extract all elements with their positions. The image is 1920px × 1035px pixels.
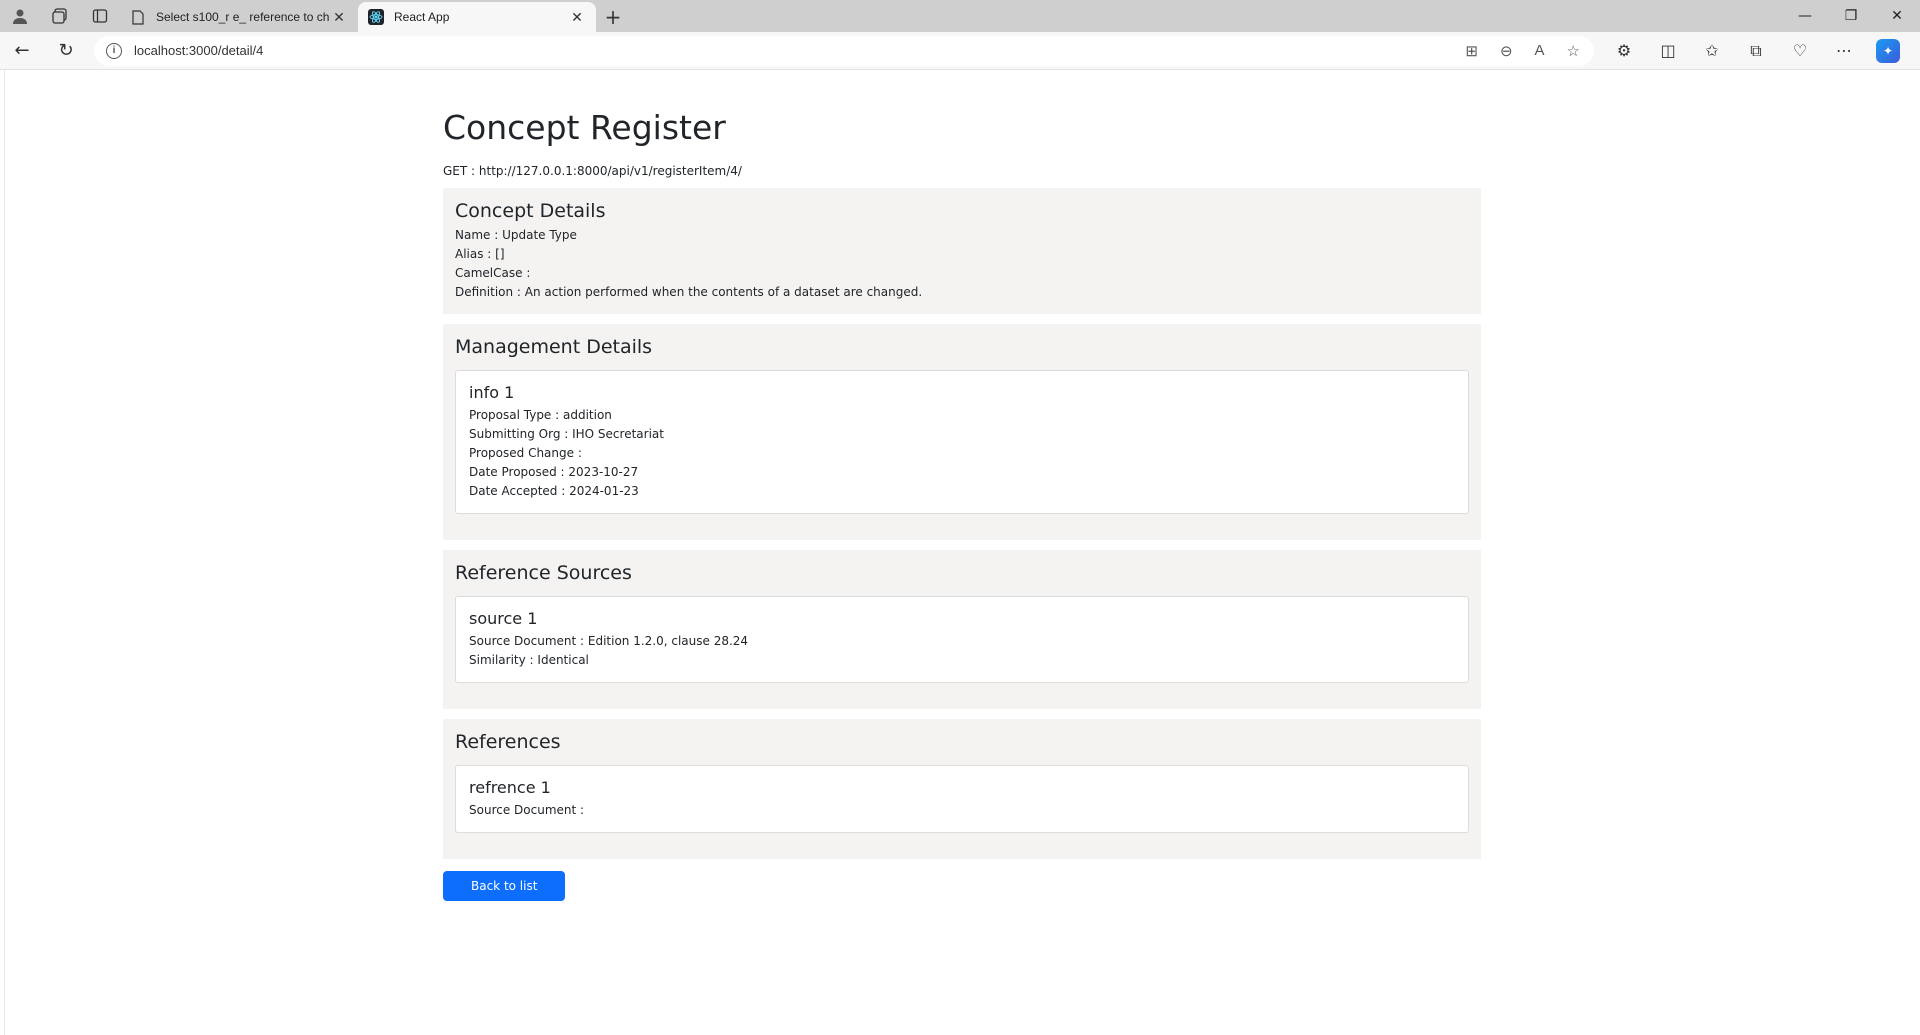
browser-essentials-icon[interactable]: ♡ (1778, 32, 1822, 70)
concept-camelcase: CamelCase : (455, 265, 531, 280)
page-viewport: Concept Register GET : http://127.0.0.1:… (4, 70, 1918, 1035)
info-title: info 1 (469, 382, 515, 402)
reference-sources-heading: Reference Sources (455, 561, 632, 584)
source-document: Source Document : Edition 1.2.0, clause … (469, 633, 749, 648)
similarity: Similarity : Identical (469, 652, 589, 667)
react-logo-icon (368, 9, 384, 25)
submitting-org: Submitting Org : IHO Secretariat (469, 426, 664, 441)
proposed-change: Proposed Change : (469, 445, 582, 460)
zoom-icon[interactable]: ⊖ (1500, 42, 1513, 60)
address-bar[interactable]: i localhost:3000/detail/4 ⊞ ⊖ A ☆ (94, 35, 1594, 66)
favorites-icon[interactable]: ✩ (1690, 32, 1734, 70)
document-icon (130, 9, 146, 25)
tab-title: Select s100_r e_ reference to cha (156, 10, 330, 24)
date-proposed: Date Proposed : 2023-10-27 (469, 464, 639, 479)
url-text[interactable]: localhost:3000/detail/4 (134, 43, 1465, 58)
back-to-list-button[interactable]: Back to list (443, 870, 566, 901)
main-container: Concept Register GET : http://127.0.0.1:… (443, 108, 1481, 901)
copilot-icon[interactable]: ✦ (1876, 38, 1900, 63)
references-heading: References (455, 730, 561, 753)
tab-actions-icon[interactable] (80, 0, 120, 32)
split-screen-icon[interactable]: ◫ (1646, 32, 1690, 70)
close-icon[interactable]: ✕ (330, 9, 348, 26)
extensions-icon[interactable]: ⚙ (1602, 32, 1646, 70)
more-options-icon[interactable]: ⋯ (1822, 32, 1866, 70)
window-controls: — ❐ ✕ (1782, 0, 1920, 32)
management-details-panel: Management Details info 1 Proposal Type … (443, 323, 1481, 540)
read-aloud-icon[interactable]: A (1535, 42, 1545, 60)
references-panel: References refrence 1 Source Document : (443, 718, 1481, 859)
reference-source-document: Source Document : (469, 802, 585, 817)
profile-icon[interactable] (0, 0, 40, 32)
refresh-icon[interactable]: ↻ (44, 32, 88, 70)
close-icon[interactable]: ✕ (568, 9, 586, 26)
app-available-icon[interactable]: ⊞ (1465, 42, 1478, 60)
api-endpoint-text: GET : http://127.0.0.1:8000/api/v1/regis… (443, 163, 742, 178)
concept-alias: Alias : [] (455, 246, 505, 261)
management-details-heading: Management Details (455, 335, 653, 358)
browser-toolbar: ← ↻ i localhost:3000/detail/4 ⊞ ⊖ A ☆ ⚙ … (0, 32, 1920, 70)
back-arrow-icon[interactable]: ← (0, 32, 44, 70)
collections-icon[interactable]: ⧉ (1734, 32, 1778, 70)
tab-title: React App (394, 10, 450, 24)
minimize-icon[interactable]: — (1782, 0, 1828, 32)
concept-definition: Definition : An action performed when th… (455, 284, 923, 299)
workspaces-icon[interactable] (40, 0, 80, 32)
reference-sources-panel: Reference Sources source 1 Source Docume… (443, 549, 1481, 709)
reference-title: refrence 1 (469, 777, 551, 797)
concept-name: Name : Update Type (455, 227, 577, 242)
toolbar-icons: ⚙ ◫ ✩ ⧉ ♡ ⋯ ✦ (1602, 32, 1910, 70)
info-icon[interactable]: i (106, 42, 122, 59)
proposal-type: Proposal Type : addition (469, 407, 612, 422)
new-tab-icon[interactable]: + (596, 2, 630, 32)
tab-select-s100[interactable]: Select s100_r e_ reference to cha ✕ (120, 2, 358, 32)
favorite-star-icon[interactable]: ☆ (1567, 42, 1580, 60)
concept-details-panel: Concept Details Name : Update Type Alias… (443, 187, 1481, 314)
restore-icon[interactable]: ❐ (1828, 0, 1874, 32)
reference-source-card: source 1 Source Document : Edition 1.2.0… (455, 595, 1469, 683)
address-bar-actions: ⊞ ⊖ A ☆ (1465, 42, 1580, 60)
page-title: Concept Register (443, 108, 726, 147)
reference-card: refrence 1 Source Document : (455, 764, 1469, 833)
window-close-icon[interactable]: ✕ (1874, 0, 1920, 32)
concept-details-heading: Concept Details (455, 199, 606, 222)
browser-tab-bar: Select s100_r e_ reference to cha ✕ Reac… (0, 0, 1920, 32)
source-title: source 1 (469, 608, 538, 628)
date-accepted: Date Accepted : 2024-01-23 (469, 483, 639, 498)
tab-react-app[interactable]: React App ✕ (358, 2, 596, 32)
management-info-card: info 1 Proposal Type : addition Submitti… (455, 369, 1469, 514)
